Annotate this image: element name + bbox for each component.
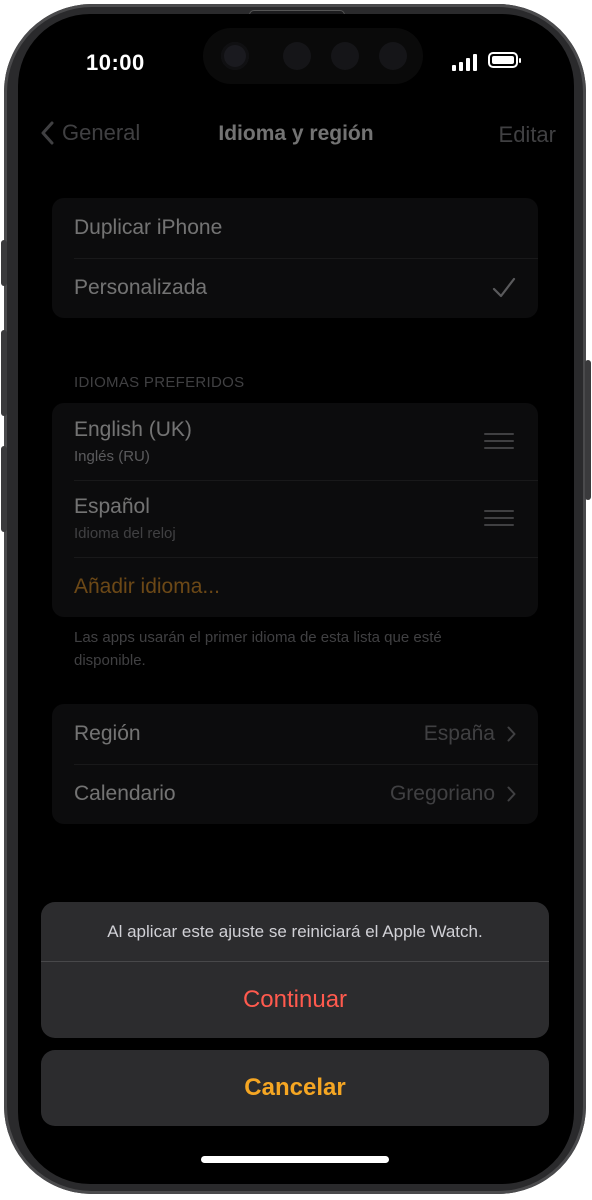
sensor-icon [379,42,407,70]
option-label: Personalizada [74,276,208,299]
reorder-handle-icon[interactable] [484,433,514,454]
status-time: 10:00 [86,50,145,75]
mode-group: Duplicar iPhone Personalizada [52,198,538,318]
action-sheet-message: Al aplicar este ajuste se reiniciará el … [41,902,549,962]
page-title: Idioma y región [218,122,374,145]
edit-button[interactable]: Editar [499,122,556,148]
calendar-row[interactable]: Calendario Gregoriano [52,764,538,824]
sensor-icon [331,42,359,70]
cancel-button[interactable]: Cancelar [41,1050,549,1126]
region-group: Región España Calendario Gregoriano [52,704,538,824]
continue-button[interactable]: Continuar [41,962,549,1038]
side-button [585,360,591,500]
section-header-languages: IDIOMAS PREFERIDOS [74,374,245,391]
volume-down-button [1,446,7,532]
cellular-signal-icon [452,53,478,71]
add-language-button[interactable]: Añadir idioma... [52,557,538,617]
region-label: Región [74,722,141,745]
language-item-spanish[interactable]: Español Idioma del reloj [52,480,538,557]
region-row[interactable]: Región España [52,704,538,764]
calendar-value-wrap: Gregoriano [390,782,516,806]
screen: 10:00 General Idioma y región Editar Dup… [18,14,574,1184]
navigation-bar: General Idioma y región Editar [18,110,574,160]
languages-group: English (UK) Inglés (RU) Español Idioma … [52,403,538,617]
action-sheet: Al aplicar este ajuste se reiniciará el … [41,902,549,1038]
language-label: English (UK) [74,418,192,441]
camera-icon [221,42,249,70]
language-item-english[interactable]: English (UK) Inglés (RU) [52,403,538,480]
region-value: España [423,722,495,745]
battery-icon [488,52,521,68]
home-indicator[interactable] [201,1156,389,1163]
calendar-value: Gregoriano [389,782,495,805]
dynamic-island [203,28,423,84]
calendar-label: Calendario [74,782,176,805]
action-button [1,240,7,286]
chevron-right-icon [507,786,516,802]
add-language-label: Añadir idioma... [74,575,220,598]
sensor-icon [283,42,311,70]
region-value-wrap: España [424,722,516,746]
language-label: Español [74,495,150,518]
checkmark-icon [492,277,516,298]
chevron-right-icon [507,726,516,742]
option-duplicate-iphone[interactable]: Duplicar iPhone [52,198,538,258]
languages-footnote: Las apps usarán el primer idioma de esta… [74,629,442,669]
language-sublabel: Idioma del reloj [74,525,176,542]
volume-up-button [1,330,7,416]
language-sublabel: Inglés (RU) [74,448,150,465]
option-label: Duplicar iPhone [74,216,223,239]
reorder-handle-icon[interactable] [484,510,514,531]
option-custom[interactable]: Personalizada [52,258,538,318]
